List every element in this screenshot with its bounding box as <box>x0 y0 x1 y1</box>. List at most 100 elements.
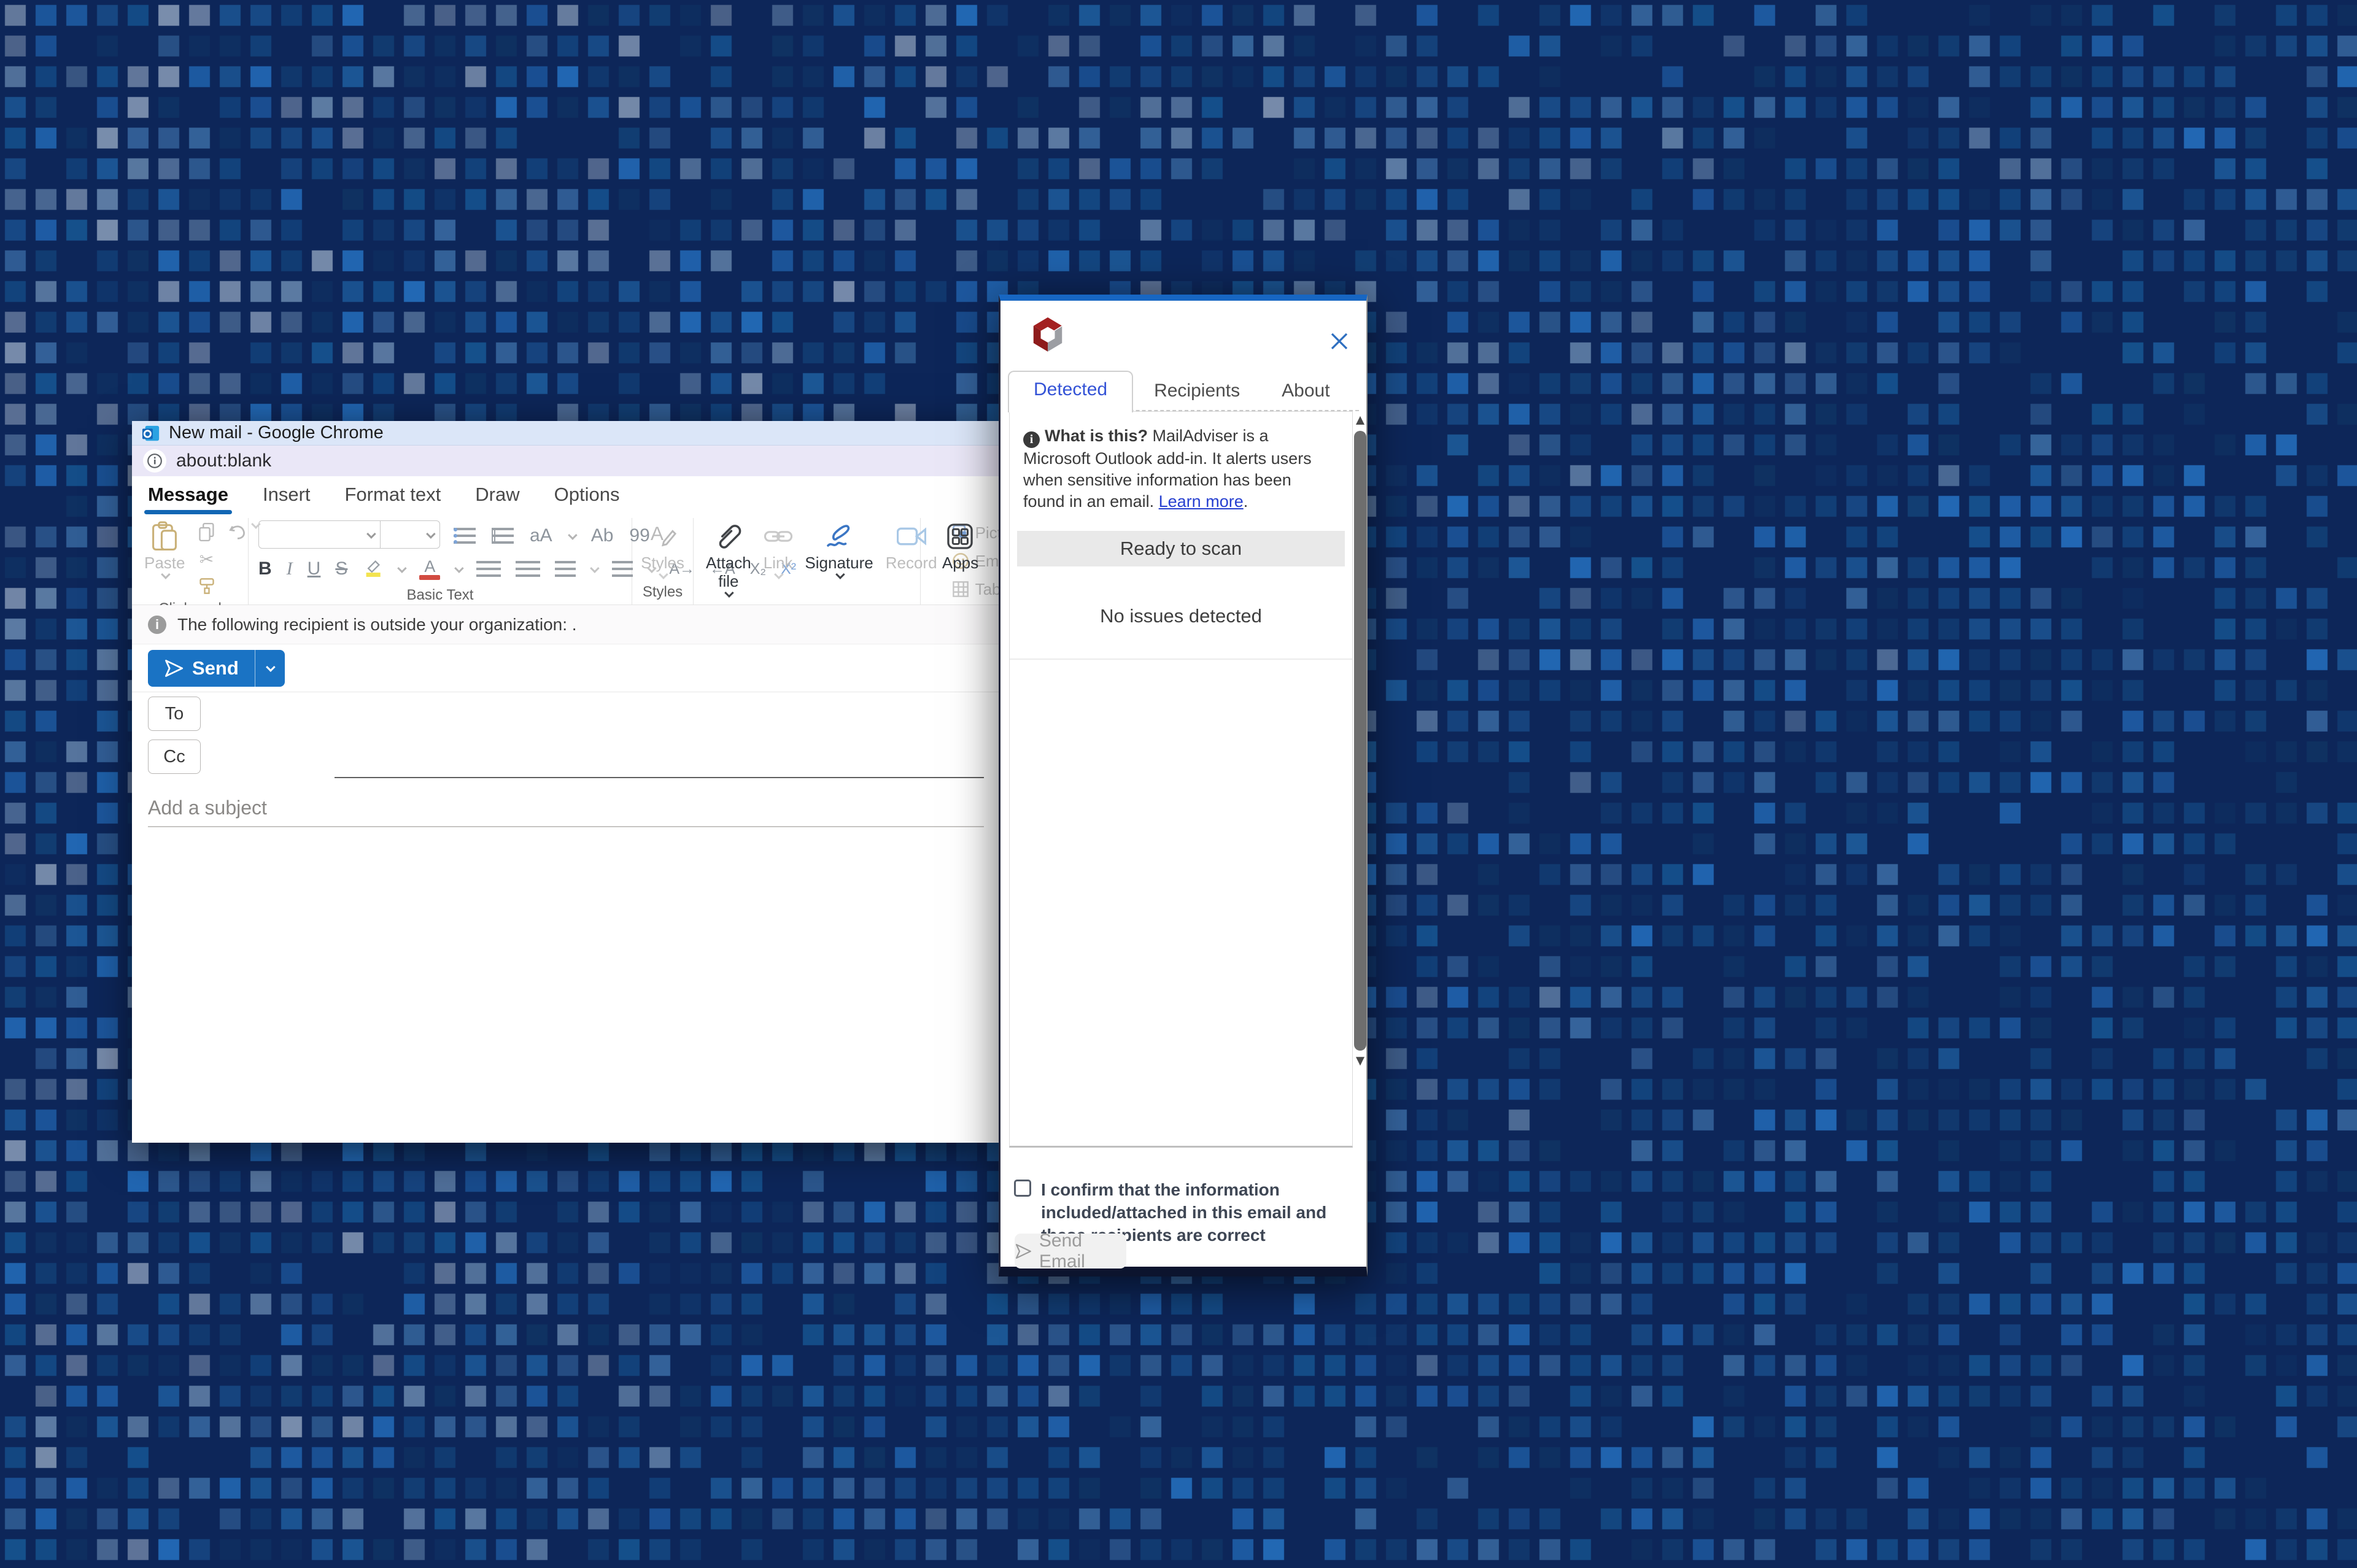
send-row: Send <box>132 644 1000 692</box>
cc-input-underline <box>335 777 984 778</box>
mailadviser-dialog: Detected Recipients About i What is this?… <box>999 295 1368 1276</box>
info-icon: i <box>1023 431 1040 448</box>
tab-options[interactable]: Options <box>554 484 620 514</box>
bold-icon[interactable]: B <box>258 558 272 579</box>
signature-button[interactable]: Signature <box>805 520 873 579</box>
subject-underline <box>148 826 984 827</box>
ribbon: Paste ✂ <box>132 514 1000 605</box>
scrollbar-thumb[interactable] <box>1354 431 1366 1051</box>
page-info-icon[interactable] <box>143 449 166 473</box>
clear-formatting-icon[interactable]: Ab <box>591 525 614 546</box>
tab-insert[interactable]: Insert <box>263 484 311 514</box>
mailadviser-tabs: Detected Recipients About <box>1008 373 1359 411</box>
outlook-icon <box>142 424 160 442</box>
scan-result: No issues detected <box>1010 574 1352 660</box>
styles-icon: A <box>649 520 676 552</box>
scan-status: Ready to scan <box>1017 531 1345 566</box>
ribbon-group-basic-text: aA Ab 99 B I U S A <box>249 518 632 604</box>
ribbon-group-styles: A Styles Styles <box>632 518 694 604</box>
paste-button[interactable]: Paste <box>144 520 185 579</box>
signature-icon <box>824 520 854 552</box>
styles-group-label: Styles <box>632 581 693 604</box>
numbered-list-icon[interactable] <box>492 528 514 544</box>
font-controls <box>258 520 440 549</box>
cc-button[interactable]: Cc <box>148 740 201 774</box>
send-icon <box>164 658 184 678</box>
tab-format-text[interactable]: Format text <box>345 484 441 514</box>
url-text: about:blank <box>176 450 271 471</box>
copy-icon[interactable] <box>196 522 217 543</box>
basic-text-group-label: Basic Text <box>249 584 632 608</box>
scroll-down-arrow[interactable]: ▼ <box>1353 1053 1368 1069</box>
subject-input[interactable] <box>148 797 984 819</box>
svg-text:A: A <box>650 522 664 544</box>
info-title: What is this? <box>1045 427 1148 445</box>
font-color-icon[interactable]: A <box>419 558 440 580</box>
what-is-this-info: iWhat is this? MailAdviser is a Microsof… <box>1010 412 1352 522</box>
bullet-list-icon[interactable] <box>454 528 476 544</box>
tab-recipients[interactable]: Recipients <box>1133 380 1261 411</box>
link-button[interactable]: Link <box>764 520 793 579</box>
line-spacing-icon[interactable] <box>612 561 633 577</box>
apps-icon <box>946 520 973 552</box>
scroll-up-arrow[interactable]: ▲ <box>1353 412 1368 428</box>
to-button[interactable]: To <box>148 697 201 731</box>
send-button[interactable]: Send <box>148 650 285 687</box>
align-chevron-icon[interactable] <box>590 563 600 573</box>
cut-icon[interactable]: ✂ <box>196 549 217 570</box>
align-icon[interactable] <box>555 561 576 577</box>
cc-input[interactable] <box>335 740 984 773</box>
ribbon-tabs: Message Insert Format text Draw Options <box>132 476 1000 514</box>
strikethrough-icon[interactable]: S <box>335 558 347 579</box>
undo-icon[interactable] <box>227 522 248 543</box>
format-painter-icon[interactable] <box>196 576 217 597</box>
learn-more-link[interactable]: Learn more <box>1159 492 1244 511</box>
tab-message[interactable]: Message <box>148 484 228 514</box>
link-icon <box>764 520 792 552</box>
ribbon-group-insert: Attach file Link Signature <box>694 518 921 604</box>
detected-panel: iWhat is this? MailAdviser is a Microsof… <box>1009 411 1353 1148</box>
window-titlebar[interactable]: New mail - Google Chrome <box>132 421 1000 446</box>
change-case-icon[interactable]: aA <box>530 525 552 546</box>
apps-group-label <box>921 598 1000 604</box>
font-size-select[interactable] <box>381 521 439 548</box>
cc-row: Cc <box>132 735 1000 778</box>
send-email-button[interactable]: Send Email <box>1015 1234 1126 1269</box>
tab-detected[interactable]: Detected <box>1008 371 1133 412</box>
to-input[interactable] <box>335 697 984 730</box>
highlight-chevron-icon[interactable] <box>397 563 407 573</box>
ribbon-group-clipboard: Paste ✂ <box>132 518 249 604</box>
tab-about[interactable]: About <box>1261 380 1350 411</box>
mailadviser-logo <box>1029 315 1067 353</box>
font-color-chevron-icon[interactable] <box>454 563 464 573</box>
send-email-icon <box>1015 1242 1032 1261</box>
subject-row <box>132 788 1000 827</box>
message-body[interactable] <box>132 827 1000 1143</box>
ribbon-group-apps: Apps <box>921 518 1000 604</box>
mailadviser-header <box>1000 301 1366 368</box>
notice-info-icon: i <box>148 616 166 634</box>
italic-icon[interactable]: I <box>287 558 293 579</box>
underline-icon[interactable]: U <box>308 558 321 579</box>
send-options-chevron[interactable] <box>255 650 285 687</box>
change-case-chevron-icon[interactable] <box>568 530 578 540</box>
increase-indent-icon[interactable] <box>516 561 540 577</box>
styles-button[interactable]: A Styles <box>641 520 684 579</box>
paste-icon <box>150 520 179 552</box>
window-title: New mail - Google Chrome <box>169 423 384 443</box>
url-bar[interactable]: about:blank <box>132 446 1000 476</box>
decrease-indent-icon[interactable] <box>476 561 501 577</box>
close-icon[interactable] <box>1328 330 1350 352</box>
highlight-icon[interactable] <box>362 558 383 580</box>
to-row: To <box>132 692 1000 735</box>
confirm-checkbox[interactable] <box>1014 1180 1031 1197</box>
notice-text: The following recipient is outside your … <box>177 615 577 635</box>
external-recipient-notice: i The following recipient is outside you… <box>132 605 1000 644</box>
apps-button[interactable]: Apps <box>942 520 978 572</box>
panel-scrollbar: ▲ ▼ <box>1353 412 1368 1087</box>
font-name-select[interactable] <box>259 521 381 548</box>
attach-file-icon <box>715 520 742 552</box>
attach-file-button[interactable]: Attach file <box>706 520 751 597</box>
tab-draw[interactable]: Draw <box>475 484 519 514</box>
compose-window: New mail - Google Chrome about:blank Mes… <box>132 421 1000 1143</box>
